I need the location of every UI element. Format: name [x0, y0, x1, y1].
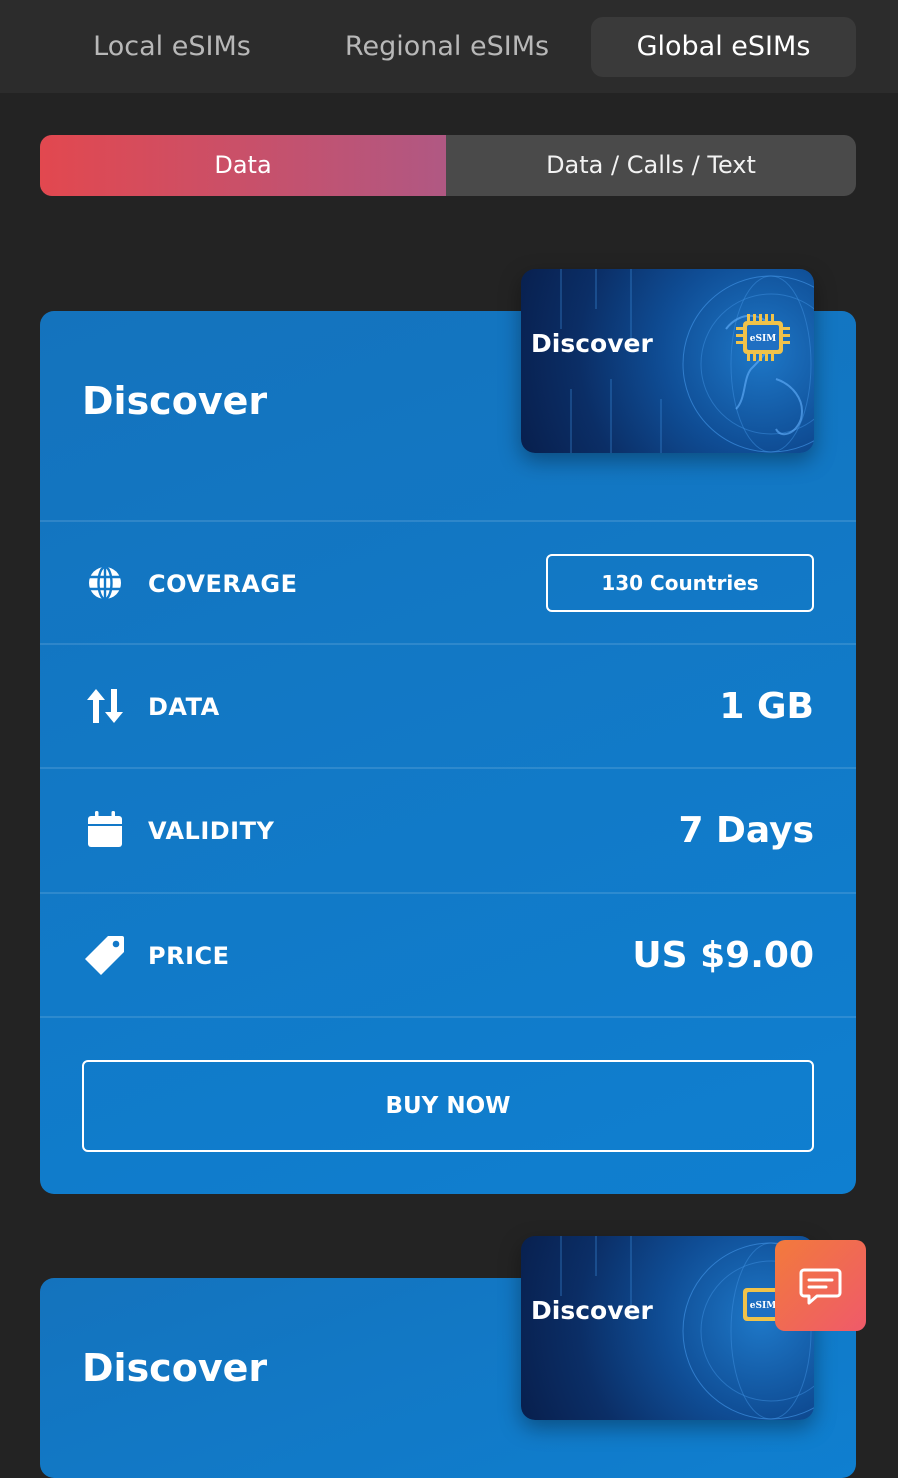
- calendar-icon: [88, 811, 122, 847]
- esim-chip-label: eSIM: [750, 1301, 776, 1311]
- globe-network-illustration: eSIM: [560, 269, 814, 453]
- validity-label: VALIDITY: [148, 817, 275, 845]
- segment-data-calls-text[interactable]: Data / Calls / Text: [446, 135, 856, 196]
- plan-title: Discover: [82, 379, 268, 423]
- price-label: PRICE: [148, 942, 230, 970]
- chat-button[interactable]: [775, 1240, 866, 1331]
- data-transfer-icon: [87, 689, 123, 723]
- price-tag-icon: [85, 936, 124, 975]
- tab-regional-esims[interactable]: Regional eSIMs: [315, 17, 579, 77]
- plan-card-image: eSIM Discover: [521, 1236, 814, 1420]
- plan-image-label: Discover: [531, 1296, 653, 1325]
- price-value: US $9.00: [632, 935, 814, 976]
- price-row: PRICE US $9.00: [40, 892, 856, 1018]
- coverage-countries-button[interactable]: 130 Countries: [546, 554, 814, 612]
- plan-card-image: eSIM Discover: [521, 269, 814, 453]
- plan-image-label: Discover: [531, 329, 653, 358]
- chat-icon: [799, 1268, 842, 1305]
- globe-icon: [89, 565, 121, 601]
- data-label: DATA: [148, 693, 220, 721]
- divider: [40, 1016, 856, 1018]
- buy-now-button[interactable]: BUY NOW: [82, 1060, 814, 1152]
- coverage-row: COVERAGE 130 Countries: [40, 520, 856, 646]
- coverage-label: COVERAGE: [148, 570, 298, 598]
- validity-row: VALIDITY 7 Days: [40, 767, 856, 893]
- tab-global-esims[interactable]: Global eSIMs: [591, 17, 856, 77]
- validity-value: 7 Days: [678, 810, 814, 851]
- esim-chip-icon: eSIM: [736, 314, 790, 361]
- esim-chip-label: eSIM: [750, 334, 776, 344]
- segment-data[interactable]: Data: [40, 135, 446, 196]
- esim-type-tabs: Local eSIMs Regional eSIMs Global eSIMs: [0, 0, 898, 93]
- plan-type-segmented-control: Data Data / Calls / Text: [40, 135, 856, 196]
- data-value: 1 GB: [719, 686, 814, 727]
- data-row: DATA 1 GB: [40, 643, 856, 769]
- plan-title: Discover: [82, 1346, 268, 1390]
- globe-network-illustration: eSIM: [560, 1236, 814, 1420]
- tab-local-esims[interactable]: Local eSIMs: [40, 17, 304, 77]
